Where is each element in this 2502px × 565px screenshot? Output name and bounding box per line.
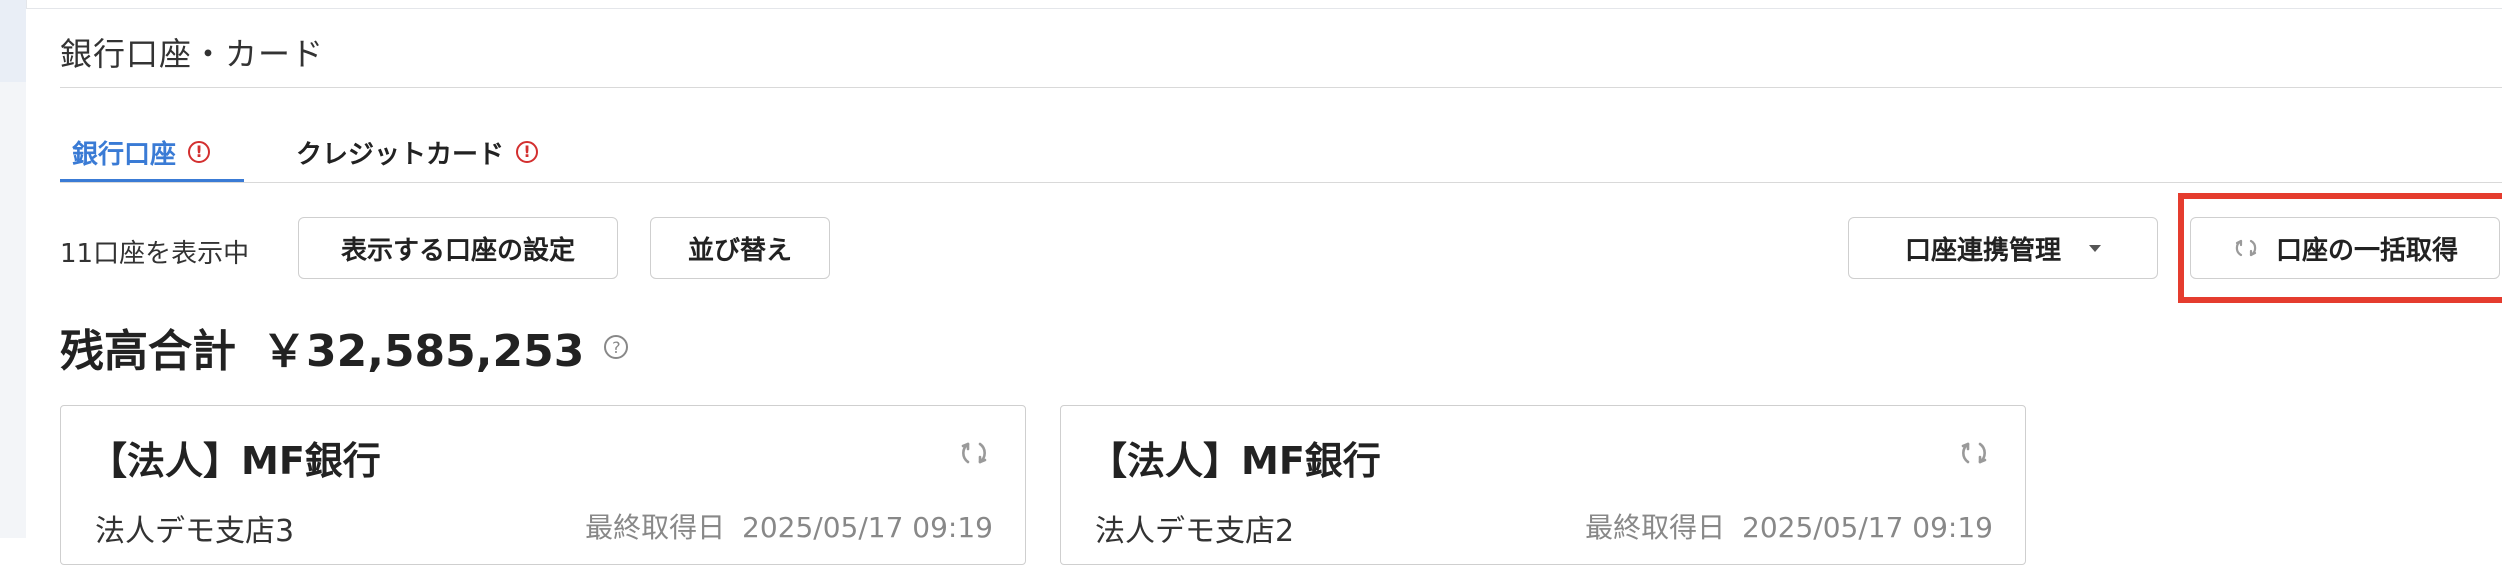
button-label: 口座連携管理: [1904, 235, 2061, 266]
tab-label: 銀行口座: [72, 139, 177, 170]
account-count: 11口座を表示中: [60, 239, 250, 269]
last-updated: 最終取得日 2025/05/17 09:19: [1585, 506, 1993, 546]
tab-credit-cards[interactable]: クレジットカード !: [296, 121, 539, 183]
updated-date: 2025/05/17 09:19: [742, 511, 993, 544]
branch-name: 法人デモ支店2: [1095, 514, 1295, 549]
updated-label: 最終取得日: [585, 511, 726, 544]
left-sidebar: [0, 0, 27, 538]
updated-date: 2025/05/17 09:19: [1742, 511, 1993, 544]
sidebar-active-band: [0, 0, 26, 82]
alert-circle-icon: !: [516, 141, 539, 163]
help-circle-icon[interactable]: ?: [604, 335, 629, 359]
account-card[interactable]: 【法人】MF銀行 法人デモ支店2 最終取得日 2025/05/17 09:19: [1060, 405, 2026, 565]
updated-label: 最終取得日: [1585, 511, 1726, 544]
page-title: 銀行口座・カード: [60, 35, 325, 73]
account-card[interactable]: 【法人】MF銀行 法人デモ支店3 最終取得日 2025/05/17 09:19: [60, 405, 1026, 565]
display-settings-button[interactable]: 表示する口座の設定: [298, 217, 618, 279]
title-divider: [60, 87, 2502, 88]
branch-name: 法人デモ支店3: [95, 514, 295, 549]
alert-circle-icon: !: [188, 141, 211, 163]
bulk-fetch-button[interactable]: 口座の一括取得: [2190, 217, 2500, 279]
last-updated: 最終取得日 2025/05/17 09:19: [585, 506, 993, 546]
account-tabs: 銀行口座 ! クレジットカード !: [60, 121, 2502, 183]
bank-name: 【法人】MF銀行: [89, 439, 381, 483]
balance-label: 残高合計: [60, 326, 236, 377]
tab-bank-accounts[interactable]: 銀行口座 !: [60, 121, 244, 183]
button-label: 表示する口座の設定: [340, 235, 575, 266]
button-label: 並び替え: [687, 235, 792, 266]
tabs-divider: [60, 182, 2502, 183]
bank-name: 【法人】MF銀行: [1089, 439, 1381, 483]
account-link-manage-dropdown[interactable]: 口座連携管理: [1848, 217, 2158, 279]
balance-amount: ￥32,585,253: [262, 326, 585, 377]
caret-down-icon: [2089, 244, 2101, 252]
balance-total: 残高合計 ￥32,585,253 ?: [60, 315, 629, 379]
sort-button[interactable]: 並び替え: [650, 217, 830, 279]
main-panel: 銀行口座・カード 銀行口座 ! クレジットカード ! 11口座を表示中 表示する…: [26, 8, 2502, 565]
tab-label: クレジットカード: [296, 139, 505, 170]
button-label: 口座の一括取得: [2275, 235, 2458, 266]
refresh-icon[interactable]: [955, 434, 993, 472]
refresh-icon: [2235, 239, 2257, 257]
refresh-icon[interactable]: [1955, 434, 1993, 472]
